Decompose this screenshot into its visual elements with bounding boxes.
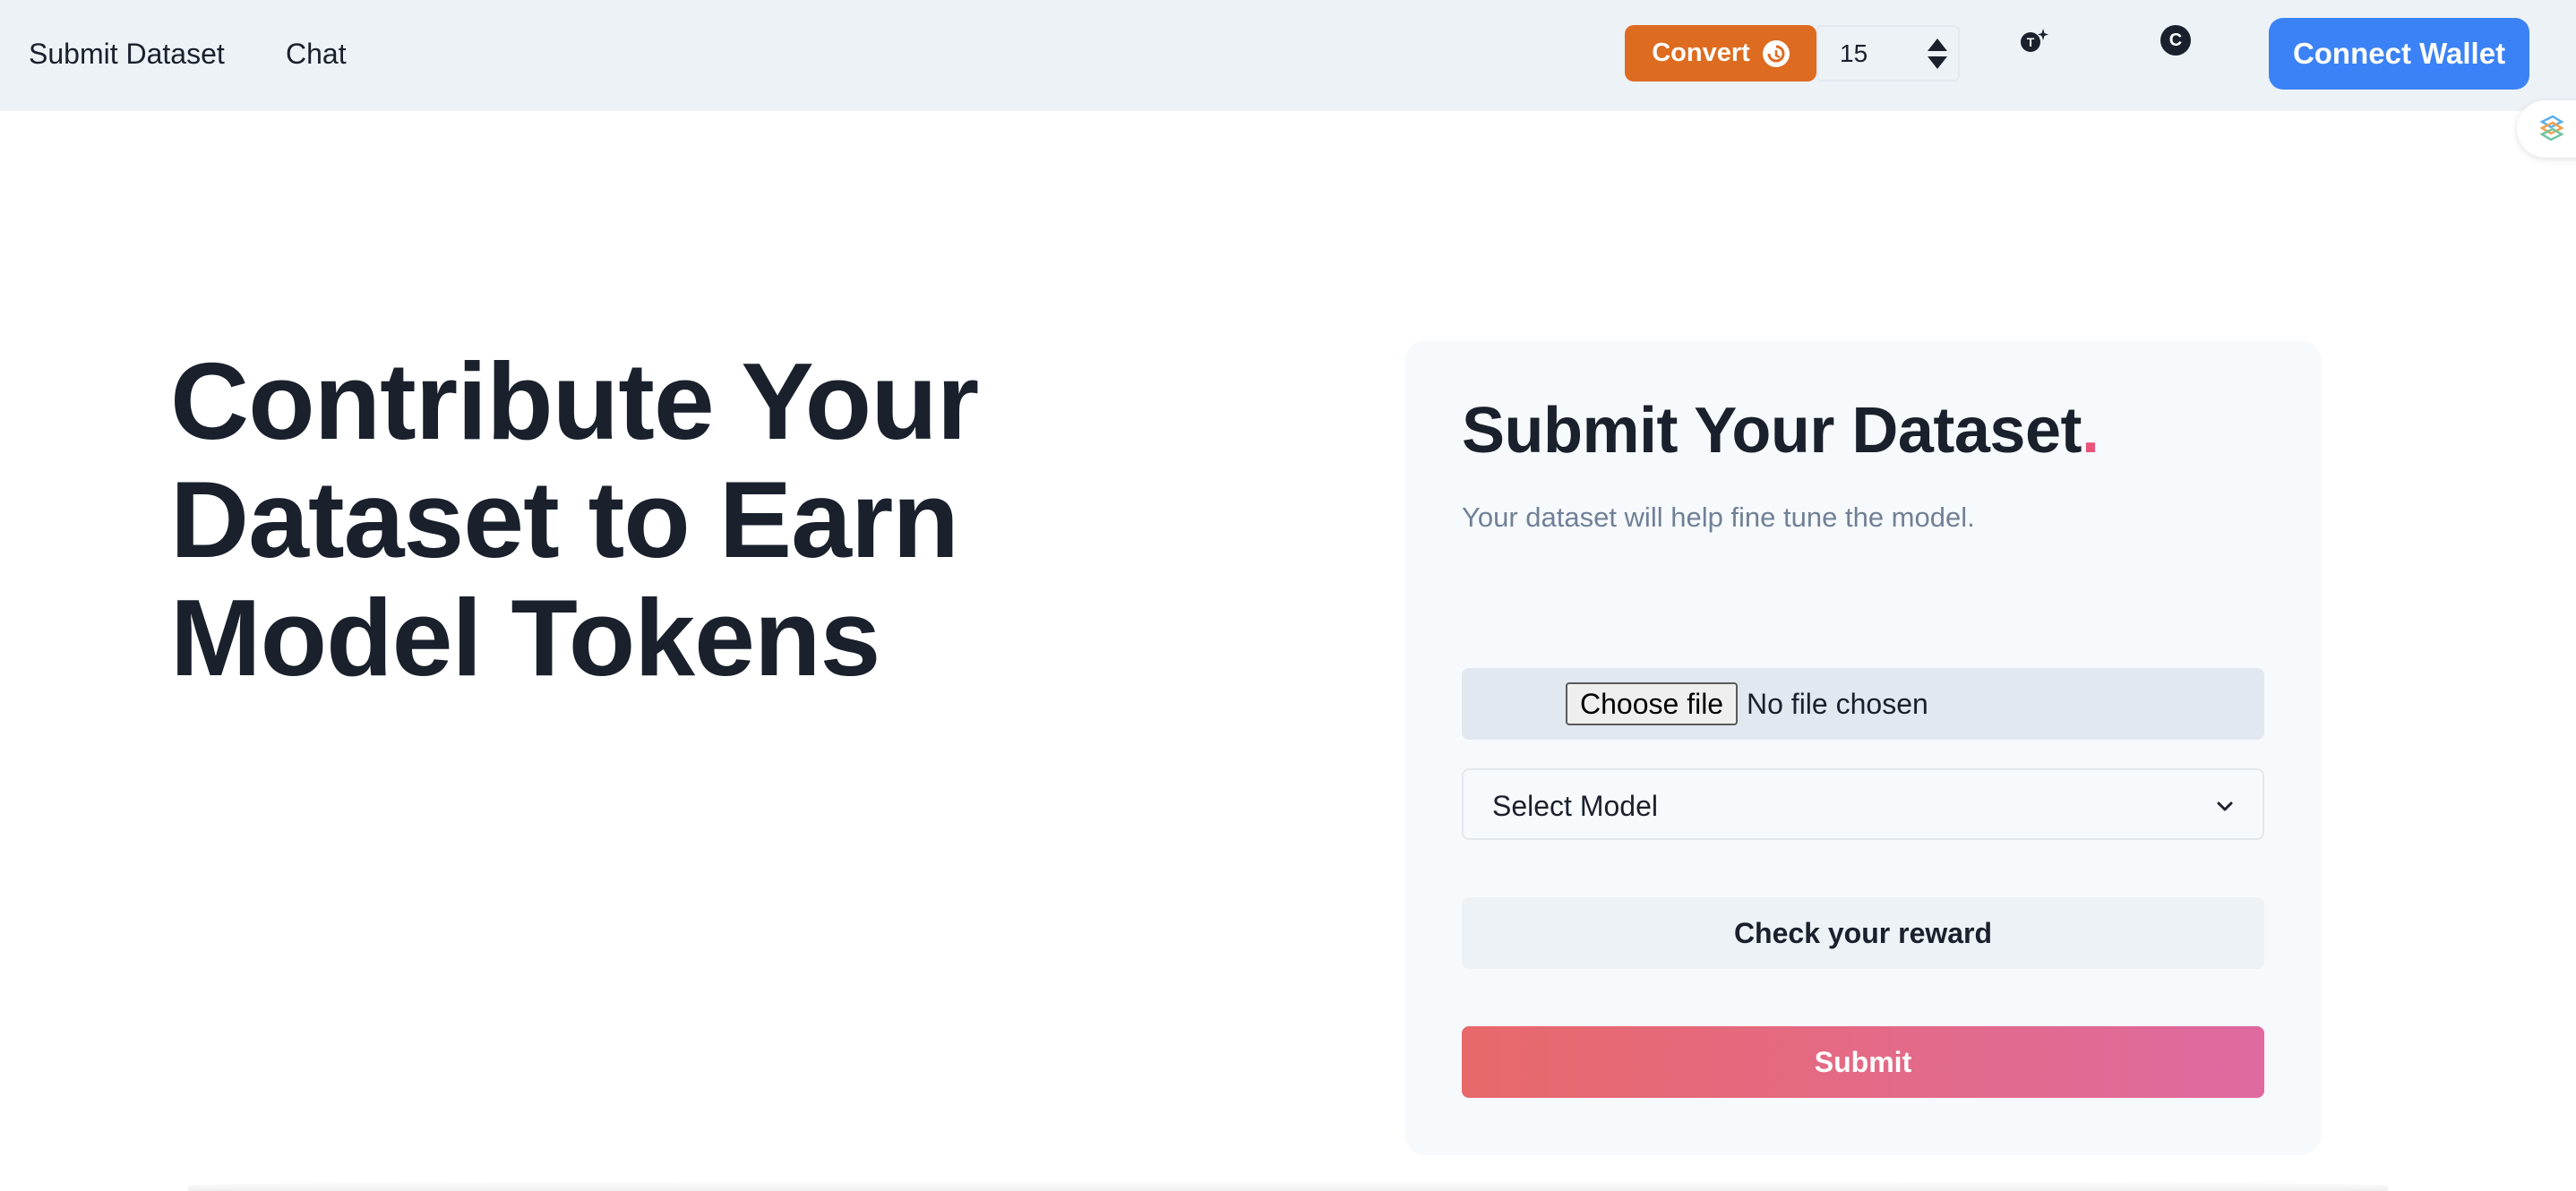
- card-title-dot: .: [2081, 395, 2099, 467]
- nav-link-chat[interactable]: Chat: [286, 34, 347, 73]
- extension-tab[interactable]: [2517, 100, 2576, 158]
- nav-link-submit-dataset[interactable]: Submit Dataset: [29, 34, 225, 73]
- top-navbar: Submit Dataset Chat Convert 15 T C Conne…: [0, 0, 2576, 111]
- stepper-arrows: [1917, 27, 1958, 80]
- check-reward-button[interactable]: Check your reward: [1462, 897, 2264, 969]
- account-c-icon[interactable]: C: [2160, 25, 2191, 56]
- token-sparkle-icon[interactable]: T: [2019, 27, 2048, 52]
- hero-line: Contribute Your: [170, 340, 979, 462]
- chevron-down-icon: [2214, 795, 2236, 817]
- file-upload-field[interactable]: Choose file No file chosen: [1462, 668, 2264, 740]
- card-title: Submit Your Dataset.: [1462, 394, 2099, 467]
- svg-text:T: T: [2027, 35, 2035, 49]
- refresh-icon: [1762, 39, 1790, 67]
- increment-arrow-icon[interactable]: [1928, 38, 1947, 51]
- connect-wallet-button[interactable]: Connect Wallet: [2269, 18, 2529, 90]
- select-placeholder: Select Model: [1492, 790, 1658, 822]
- convert-label: Convert: [1652, 39, 1750, 67]
- convert-button[interactable]: Convert: [1625, 25, 1816, 81]
- hero-line: Model Tokens: [170, 577, 880, 698]
- model-select[interactable]: Select Model: [1462, 768, 2264, 840]
- file-status-text: No file chosen: [1747, 688, 1928, 720]
- hero-line: Dataset to Earn: [170, 458, 959, 580]
- card-title-text: Submit Your Dataset: [1462, 395, 2082, 467]
- hero-heading: Contribute Your Dataset to Earn Model To…: [170, 342, 1066, 697]
- quantity-stepper[interactable]: 15: [1816, 25, 1960, 81]
- extension-icon: [2535, 111, 2567, 148]
- card-subtitle: Your dataset will help fine tune the mod…: [1462, 501, 1975, 533]
- bottom-shadow: [188, 1180, 2388, 1191]
- choose-file-button[interactable]: Choose file: [1566, 682, 1739, 725]
- stepper-value[interactable]: 15: [1840, 39, 1868, 68]
- submit-dataset-card: Submit Your Dataset. Your dataset will h…: [1404, 340, 2322, 1155]
- submit-button[interactable]: Submit: [1462, 1026, 2264, 1098]
- decrement-arrow-icon[interactable]: [1928, 56, 1947, 69]
